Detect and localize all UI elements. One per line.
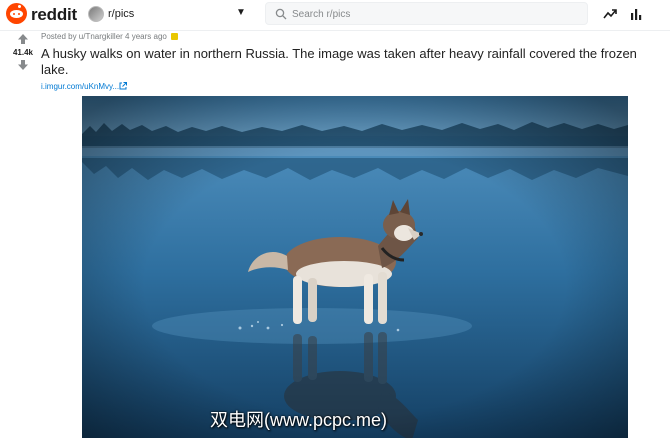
award-icon[interactable] bbox=[170, 33, 178, 40]
husky-on-frozen-lake-image bbox=[82, 96, 628, 438]
post-meta: Posted by u/Tnargkiller 4 years ago bbox=[41, 32, 178, 41]
trending-icon[interactable] bbox=[603, 7, 617, 21]
upvote-icon[interactable] bbox=[17, 33, 29, 45]
vote-score: 41.4k bbox=[12, 48, 34, 57]
image-watermark: 双电网(www.pcpc.me) bbox=[210, 410, 388, 430]
search-bar[interactable] bbox=[265, 2, 588, 25]
stats-icon[interactable] bbox=[629, 7, 643, 21]
post-title[interactable]: A husky walks on water in northern Russi… bbox=[41, 46, 651, 77]
chevron-down-icon[interactable]: ▼ bbox=[236, 7, 246, 18]
top-navigation-bar: reddit r/pics ▼ bbox=[0, 0, 670, 31]
search-input[interactable] bbox=[292, 7, 572, 21]
external-link-icon[interactable] bbox=[119, 82, 127, 90]
subreddit-icon[interactable] bbox=[88, 6, 104, 22]
search-icon bbox=[275, 8, 287, 20]
reddit-wordmark[interactable]: reddit bbox=[31, 5, 77, 25]
post-meta-text: Posted by u/Tnargkiller 4 years ago bbox=[41, 32, 167, 41]
subreddit-name[interactable]: r/pics bbox=[108, 8, 134, 20]
post-link[interactable]: i.imgur.com/uKnMvy... bbox=[41, 82, 119, 91]
reddit-logo-icon[interactable] bbox=[6, 3, 27, 24]
post-image[interactable]: 双电网(www.pcpc.me) bbox=[82, 96, 628, 438]
downvote-icon[interactable] bbox=[17, 59, 29, 71]
